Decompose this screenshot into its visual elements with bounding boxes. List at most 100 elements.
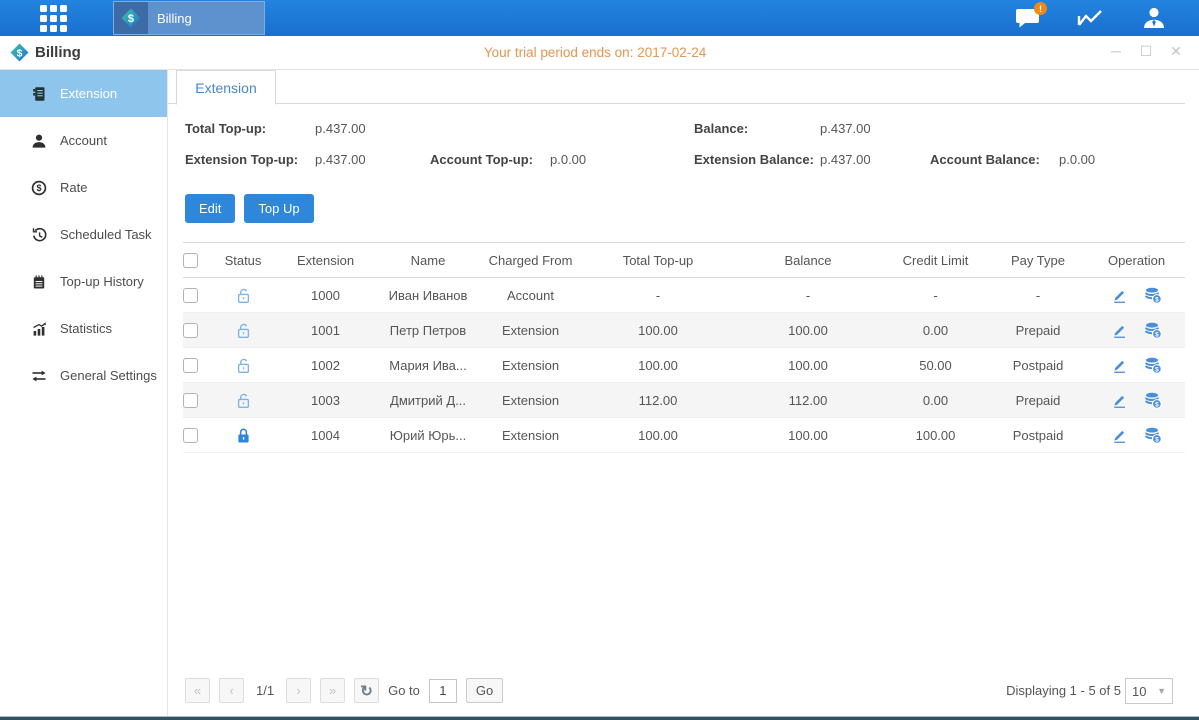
col-extension: Extension xyxy=(273,243,378,278)
maximize-button[interactable]: ☐ xyxy=(1137,42,1155,60)
row-edit-button[interactable] xyxy=(1111,427,1128,444)
col-total-topup: Total Top-up xyxy=(583,243,733,278)
sidebar-item-label: General Settings xyxy=(60,368,157,383)
svg-text:$: $ xyxy=(128,13,135,25)
cell-name: Юрий Юрь... xyxy=(378,418,478,453)
col-charged-from: Charged From xyxy=(478,243,583,278)
extension-table: Status Extension Name Charged From Total… xyxy=(183,242,1185,453)
row-edit-button[interactable] xyxy=(1111,322,1128,339)
row-topup-button[interactable]: $ xyxy=(1144,321,1162,339)
cell-name: Петр Петров xyxy=(378,313,478,348)
taskbar: $ Billing ! xyxy=(0,0,1199,36)
close-button[interactable]: ✕ xyxy=(1167,42,1185,60)
edit-button[interactable]: Edit xyxy=(185,194,235,223)
minimize-button[interactable]: ─ xyxy=(1107,42,1125,60)
unlocked-icon xyxy=(235,392,252,409)
cell-total-topup: 112.00 xyxy=(583,383,733,418)
tab-extension[interactable]: Extension xyxy=(176,70,276,105)
pagination: « ‹ 1/1 › » ↻ Go to Go xyxy=(185,678,503,703)
sidebar-item-scheduled-task[interactable]: Scheduled Task xyxy=(0,211,167,258)
next-page-button[interactable]: › xyxy=(286,678,311,703)
goto-page-input[interactable] xyxy=(429,679,457,703)
table-row: 1000 Иван Иванов Account - - - - xyxy=(183,278,1185,313)
go-button[interactable]: Go xyxy=(466,678,503,703)
app-launcher-button[interactable] xyxy=(36,4,70,32)
unlocked-icon xyxy=(235,357,252,374)
page-size-select[interactable]: 10 ▼ xyxy=(1125,678,1173,704)
sidebar-item-account[interactable]: Account xyxy=(0,117,167,164)
sidebar-item-general-settings[interactable]: General Settings xyxy=(0,352,167,399)
coins-icon: $ xyxy=(1144,391,1162,409)
resource-monitor-button[interactable] xyxy=(1076,4,1106,32)
cell-charged-from: Extension xyxy=(478,383,583,418)
cell-charged-from: Extension xyxy=(478,418,583,453)
select-all-checkbox[interactable] xyxy=(183,253,198,268)
cell-pay-type: Postpaid xyxy=(988,418,1088,453)
row-checkbox[interactable] xyxy=(183,393,198,408)
bar-chart-icon xyxy=(31,321,47,337)
extension-topup-value: p.437.00 xyxy=(315,152,366,167)
row-edit-button[interactable] xyxy=(1111,392,1128,409)
balance-label: Balance: xyxy=(694,121,748,136)
sidebar-item-statistics[interactable]: Statistics xyxy=(0,305,167,352)
table-row: 1003 Дмитрий Д... Extension 112.00 112.0… xyxy=(183,383,1185,418)
svg-text:$: $ xyxy=(1155,296,1159,303)
cell-total-topup: 100.00 xyxy=(583,418,733,453)
sidebar-item-extension[interactable]: Extension xyxy=(0,70,167,117)
person-icon xyxy=(31,133,47,149)
app-grid-icon xyxy=(40,5,67,32)
sidebar-item-rate[interactable]: $ Rate xyxy=(0,164,167,211)
pencil-icon xyxy=(1111,392,1128,409)
user-icon xyxy=(1141,5,1167,31)
table-row: 1001 Петр Петров Extension 100.00 100.00… xyxy=(183,313,1185,348)
sidebar-item-topup-history[interactable]: Top-up History xyxy=(0,258,167,305)
row-checkbox[interactable] xyxy=(183,323,198,338)
status-lock-icon xyxy=(235,287,252,304)
col-status: Status xyxy=(213,243,273,278)
line-chart-icon xyxy=(1077,7,1105,29)
ledger-icon xyxy=(31,86,47,102)
cell-pay-type: - xyxy=(988,278,1088,313)
row-checkbox[interactable] xyxy=(183,358,198,373)
row-topup-button[interactable]: $ xyxy=(1144,356,1162,374)
row-edit-button[interactable] xyxy=(1111,287,1128,304)
locked-icon xyxy=(235,427,252,444)
status-lock-icon xyxy=(235,427,252,444)
row-topup-button[interactable]: $ xyxy=(1144,426,1162,444)
row-checkbox[interactable] xyxy=(183,288,198,303)
cell-name: Иван Иванов xyxy=(378,278,478,313)
notifications-button[interactable]: ! xyxy=(1013,4,1043,32)
dollar-circle-icon: $ xyxy=(31,180,47,196)
cell-balance: 100.00 xyxy=(733,348,883,383)
row-topup-button[interactable]: $ xyxy=(1144,391,1162,409)
row-edit-button[interactable] xyxy=(1111,357,1128,374)
taskbar-tab-billing[interactable]: $ Billing xyxy=(113,1,265,35)
goto-label: Go to xyxy=(388,683,420,698)
first-page-button[interactable]: « xyxy=(185,678,210,703)
row-checkbox[interactable] xyxy=(183,428,198,443)
table-header-row: Status Extension Name Charged From Total… xyxy=(183,243,1185,278)
last-page-button[interactable]: » xyxy=(320,678,345,703)
screen: $ Billing ! xyxy=(0,0,1199,720)
unlocked-icon xyxy=(235,287,252,304)
cell-balance: 112.00 xyxy=(733,383,883,418)
cell-charged-from: Extension xyxy=(478,313,583,348)
sidebar-item-label: Top-up History xyxy=(60,274,144,289)
cell-credit-limit: 100.00 xyxy=(883,418,988,453)
user-account-button[interactable] xyxy=(1139,4,1169,32)
cell-credit-limit: - xyxy=(883,278,988,313)
cell-pay-type: Postpaid xyxy=(988,348,1088,383)
refresh-button[interactable]: ↻ xyxy=(354,678,379,703)
sidebar-item-label: Scheduled Task xyxy=(60,227,152,242)
total-topup-label: Total Top-up: xyxy=(185,121,266,136)
top-up-button[interactable]: Top Up xyxy=(244,194,313,223)
page-size-value: 10 xyxy=(1132,684,1146,699)
extension-balance-label: Extension Balance: xyxy=(694,152,814,167)
coins-icon: $ xyxy=(1144,321,1162,339)
cell-total-topup: 100.00 xyxy=(583,313,733,348)
prev-page-button[interactable]: ‹ xyxy=(219,678,244,703)
col-name: Name xyxy=(378,243,478,278)
svg-text:$: $ xyxy=(1155,366,1159,373)
status-lock-icon xyxy=(235,357,252,374)
row-topup-button[interactable]: $ xyxy=(1144,286,1162,304)
